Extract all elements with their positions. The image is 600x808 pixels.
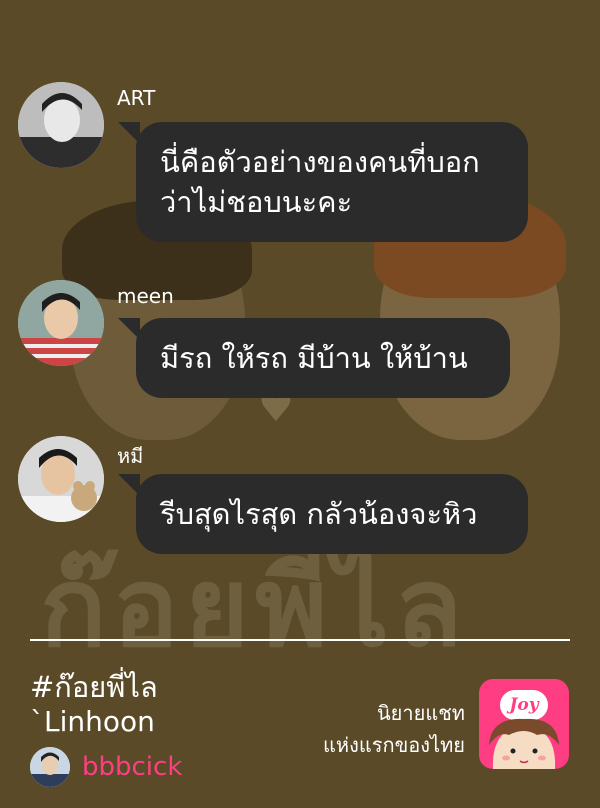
avatar[interactable] [18, 280, 104, 366]
story-hashtag[interactable]: #ก๊อยพี่ไล [30, 664, 158, 710]
sender-name: ART [117, 86, 156, 110]
message-bubble: รีบสุดไรสุด กลัวน้องจะหิว [118, 474, 528, 554]
sender-name: meen [117, 284, 174, 308]
message-bubble: นี่คือตัวอย่างของคนที่บอก ว่าไม่ชอบนะคะ [118, 122, 528, 242]
avatar[interactable] [18, 436, 104, 522]
tagline-line: แห่งแรกของไทย [323, 733, 465, 757]
message-bubble: มีรถ ให้รถ มีบ้าน ให้บ้าน [118, 318, 510, 398]
message-text: มีรถ ให้รถ มีบ้าน ให้บ้าน [160, 341, 468, 375]
user-avatar[interactable] [30, 747, 70, 787]
joy-app-icon[interactable]: Joy [479, 679, 569, 769]
author-name: `Linhoon [30, 705, 155, 738]
message-text: รีบสุดไรสุด กลัวน้องจะหิว [160, 497, 478, 531]
avatar[interactable] [18, 82, 104, 168]
app-mascot-icon [489, 718, 559, 769]
footer-divider [30, 639, 570, 641]
tagline-line: นิยายแชท [377, 701, 465, 725]
message-text: ว่าไม่ชอบนะคะ [160, 185, 353, 219]
message-text: นี่คือตัวอย่างของคนที่บอก [160, 145, 480, 179]
username-link[interactable]: bbbcick [82, 752, 182, 782]
sender-name: หมี [117, 444, 144, 468]
app-tagline: นิยายแชท แห่งแรกของไทย [323, 697, 465, 761]
